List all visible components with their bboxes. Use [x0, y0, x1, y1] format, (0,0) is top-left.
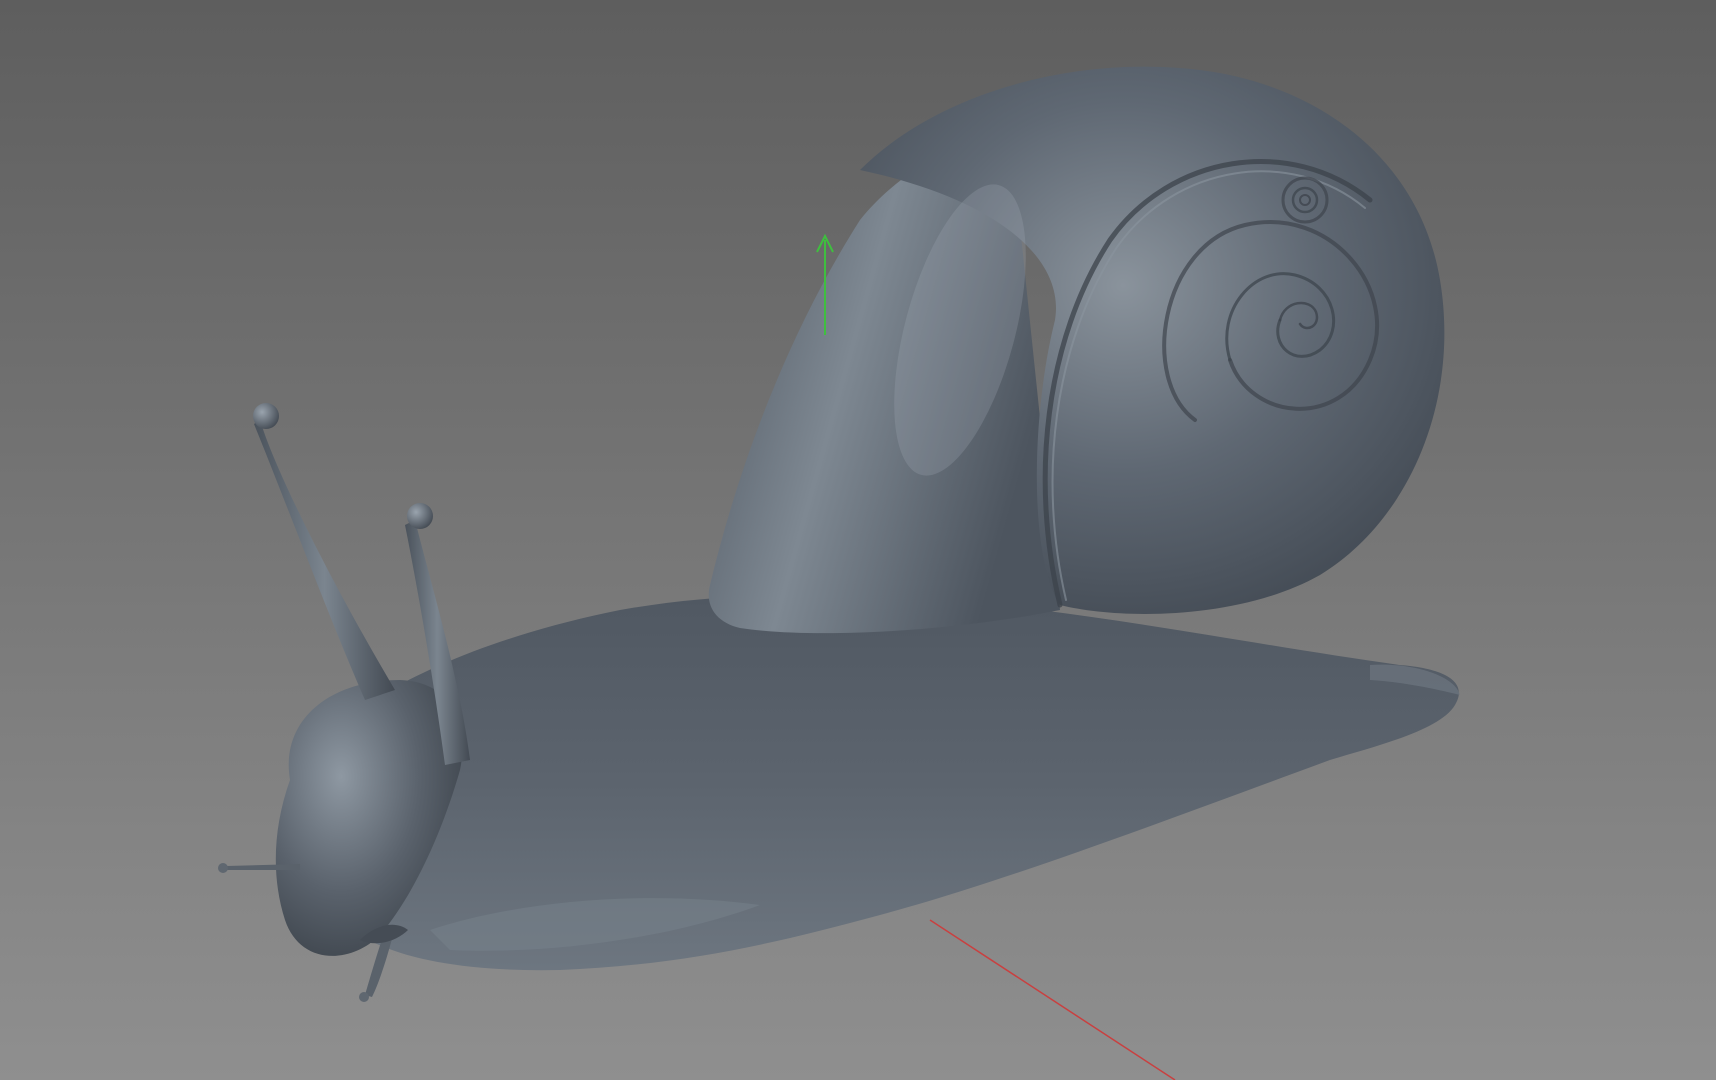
viewport-canvas[interactable]	[0, 0, 1716, 1080]
lower-tentacle-right-tip	[359, 992, 369, 1002]
lower-tentacle-left-tip	[218, 863, 228, 873]
right-eye-knob[interactable]	[407, 503, 433, 529]
3d-viewport[interactable]	[0, 0, 1716, 1080]
left-eye-knob[interactable]	[253, 403, 279, 429]
